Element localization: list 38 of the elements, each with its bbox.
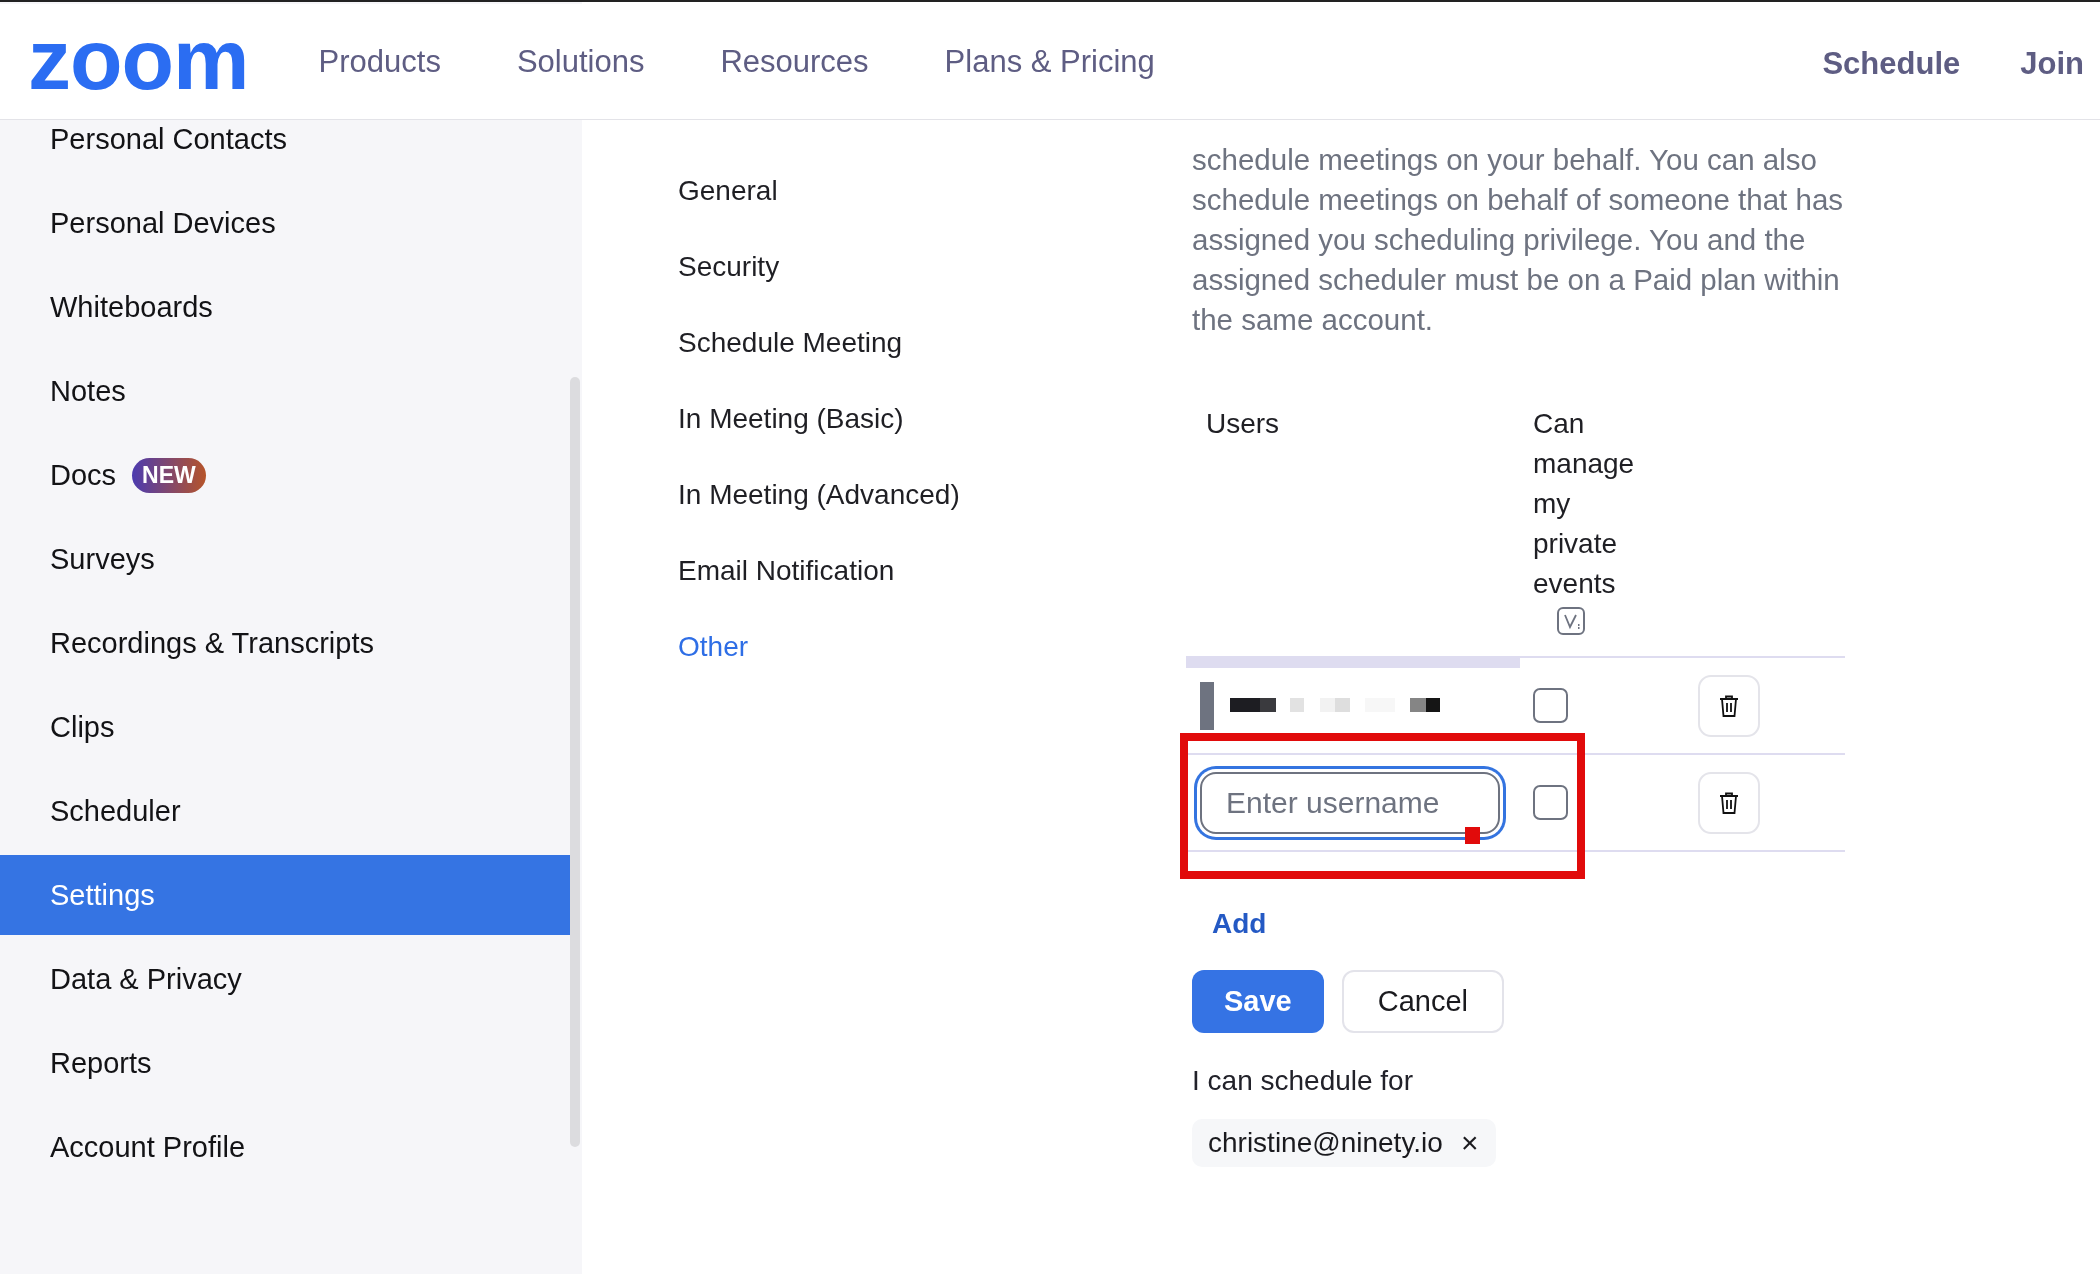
sidebar-item[interactable]: Docs <box>50 458 117 492</box>
sidebar-item[interactable]: Data & Privacy <box>50 962 570 996</box>
zoom-logo[interactable]: zoom <box>28 15 249 102</box>
settings-nav-item[interactable]: In Meeting (Basic) <box>678 381 1192 457</box>
sidebar-item[interactable]: Settings <box>0 855 570 935</box>
sidebar-item[interactable]: Scheduler <box>50 794 570 828</box>
add-link[interactable]: Add <box>1212 908 1267 940</box>
save-button[interactable]: Save <box>1192 970 1324 1033</box>
nav-link[interactable]: Solutions <box>516 43 645 80</box>
settings-nav-item[interactable]: Security <box>678 229 1192 305</box>
remove-button[interactable]: × <box>1456 1126 1483 1160</box>
sidebar-item[interactable]: Account Profile <box>50 1130 570 1164</box>
sidebar-item[interactable]: Personal Devices <box>50 206 570 240</box>
settings-nav-item[interactable]: In Meeting (Advanced) <box>678 457 1192 533</box>
nav-link[interactable]: Schedule <box>1822 45 1961 82</box>
nav-link[interactable]: Plans & Pricing <box>944 43 1155 80</box>
sidebar-item[interactable]: Recordings & Transcripts <box>50 626 570 660</box>
sidebar-item[interactable]: Notes <box>50 374 570 408</box>
sidebar-item[interactable]: Reports <box>50 1046 570 1080</box>
chip-label: christine@ninety.io <box>1208 1127 1443 1159</box>
column-header: Users <box>1206 408 1280 439</box>
column-header: Can manage my private events <box>1533 407 1636 601</box>
settings-nav-item[interactable]: Schedule Meeting <box>678 305 1192 381</box>
new-badge: NEW <box>132 457 206 493</box>
nav-link[interactable]: Join <box>2020 45 2084 82</box>
sidebar-item[interactable]: Whiteboards <box>50 290 570 324</box>
username-field[interactable]: Enter username <box>1200 771 1500 834</box>
sidebar-item[interactable]: Clips <box>50 710 570 744</box>
cancel-button[interactable]: Cancel <box>1341 970 1504 1033</box>
settings-nav-item[interactable]: Email Notification <box>678 533 1192 609</box>
description-text: schedule meetings on your behalf. You can also schedule meetings on behalf of someone that has assigned you scheduling privilege. You and the assigned scheduler must be on a Paid plan within the same account. <box>1192 142 1845 338</box>
nav-link[interactable]: Resources <box>720 43 869 80</box>
sidebar-item[interactable]: Personal Contacts <box>50 122 570 156</box>
settings-nav-item[interactable]: General <box>678 153 1192 229</box>
sidebar-item[interactable]: Surveys <box>50 542 570 576</box>
nav-link[interactable]: Products <box>318 43 441 80</box>
settings-nav-item[interactable]: Other <box>678 609 1192 685</box>
section-label: I can schedule for <box>1192 1065 1414 1097</box>
